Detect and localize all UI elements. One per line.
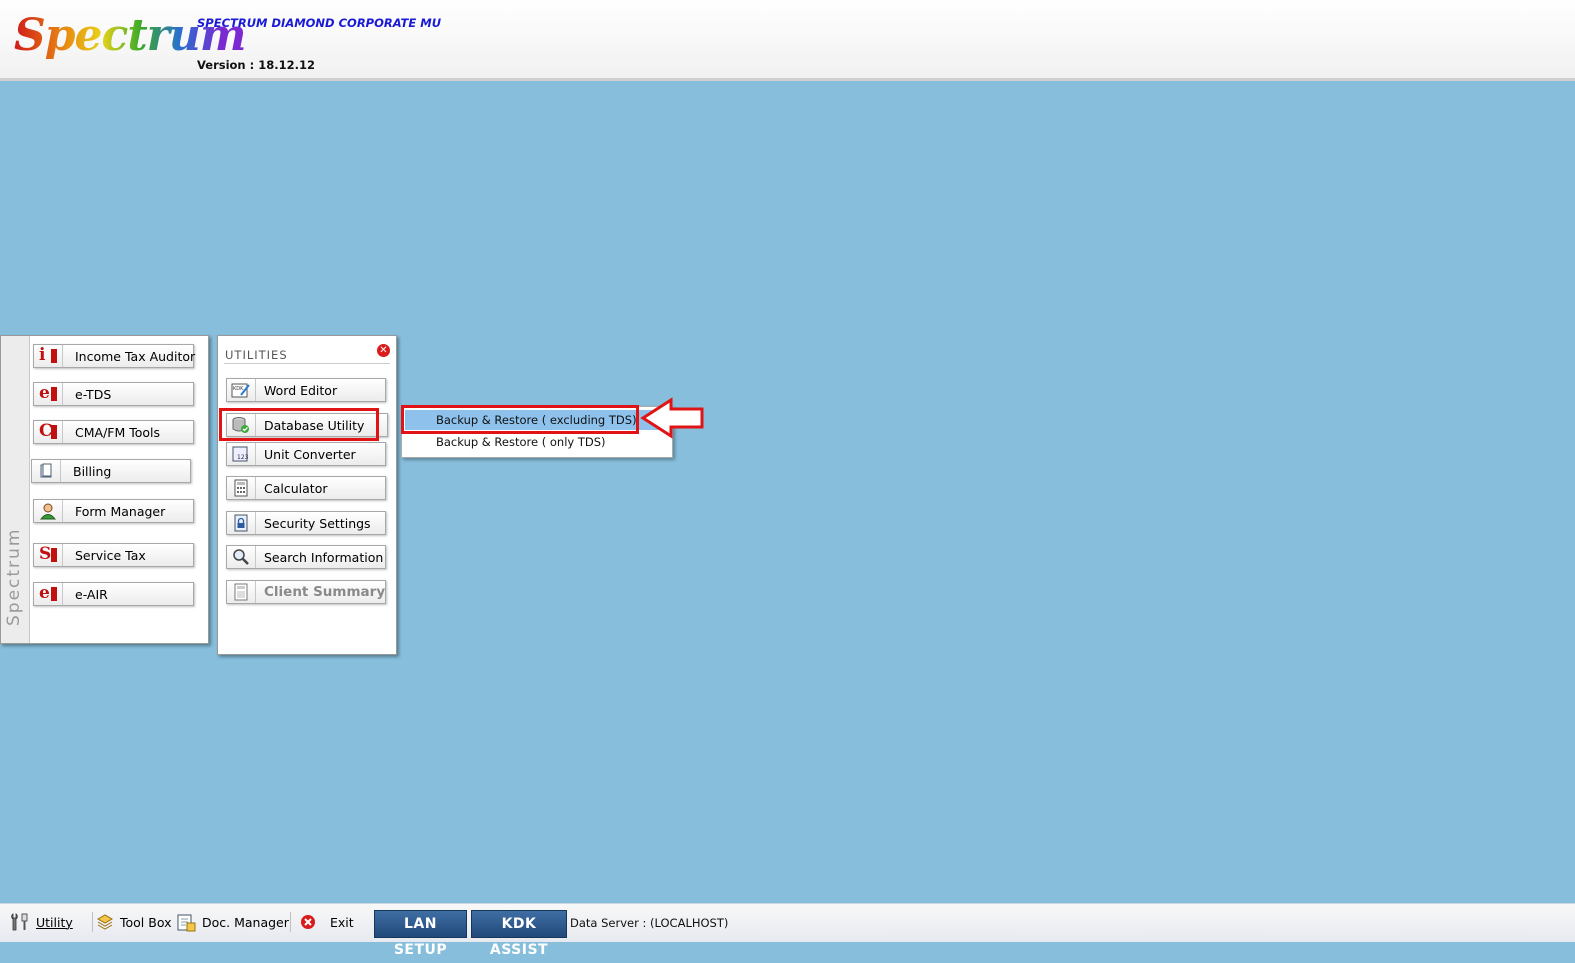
- security-settings-label: Security Settings: [264, 515, 371, 531]
- search-information-button[interactable]: Search Information: [226, 545, 386, 569]
- client-summary-label: Client Summary: [264, 584, 386, 600]
- calculator-label: Calculator: [264, 480, 328, 496]
- doc-manager-icon: [176, 912, 196, 932]
- income-tax-auditor-button[interactable]: i Income Tax Auditor: [33, 344, 196, 368]
- svg-text:KDK: KDK: [233, 386, 244, 392]
- client-summary-icon: [227, 581, 256, 603]
- billing-label: Billing: [73, 463, 112, 479]
- exit-label: Exit: [330, 914, 354, 930]
- doc-manager-button[interactable]: Doc. Manager: [176, 908, 289, 936]
- doc-manager-label: Doc. Manager: [202, 914, 289, 930]
- word-editor-icon: KDK: [227, 379, 256, 401]
- title-divider: [224, 363, 390, 364]
- cma-fm-tools-button[interactable]: C CMA/FM Tools: [33, 420, 194, 444]
- search-information-label: Search Information: [264, 549, 384, 565]
- red-arrow-icon: [640, 397, 704, 439]
- backup-restore-only-tds[interactable]: Backup & Restore ( only TDS): [405, 432, 670, 452]
- data-server-status: Data Server : (LOCALHOST): [570, 916, 729, 930]
- eair-label: e-AIR: [75, 586, 108, 602]
- app-header: Spectrum SPECTRUM DIAMOND CORPORATE MU V…: [0, 0, 1575, 81]
- exit-button[interactable]: Exit: [300, 908, 354, 936]
- utility-label: Utility: [36, 914, 73, 930]
- etds-button[interactable]: e e-TDS: [33, 382, 194, 406]
- utilities-panel: UTILITIES ✕ KDK Word Editor Database Uti…: [217, 335, 397, 655]
- etds-label: e-TDS: [75, 386, 112, 402]
- main-menu-panel: Spectrum i Income Tax Auditor e e-TDS C …: [0, 335, 209, 644]
- service-tax-button[interactable]: S Service Tax: [33, 543, 194, 567]
- tools-icon: [10, 913, 30, 931]
- svg-text:123: 123: [237, 454, 249, 461]
- close-icon[interactable]: ✕: [377, 344, 390, 357]
- etds-icon: e: [34, 383, 63, 405]
- kdk-assist-button[interactable]: KDK ASSIST: [471, 910, 567, 958]
- word-editor-label: Word Editor: [264, 382, 338, 398]
- side-label: Spectrum: [4, 527, 24, 626]
- income-tax-icon: i: [34, 345, 63, 367]
- version-label: Version : 18.12.12: [197, 58, 315, 72]
- security-settings-button[interactable]: Security Settings: [226, 511, 386, 535]
- calculator-button[interactable]: Calculator: [226, 476, 386, 500]
- lock-icon: [227, 512, 256, 534]
- service-tax-label: Service Tax: [75, 547, 146, 563]
- unit-converter-button[interactable]: 123 Unit Converter: [226, 442, 386, 466]
- income-tax-auditor-label: Income Tax Auditor: [75, 348, 196, 364]
- billing-icon: [32, 460, 61, 482]
- lan-setup-button[interactable]: LAN SETUP: [374, 910, 467, 958]
- exit-icon: [300, 914, 316, 930]
- unit-converter-icon: 123: [227, 443, 256, 465]
- billing-button[interactable]: Billing: [31, 459, 191, 483]
- unit-converter-label: Unit Converter: [264, 446, 356, 462]
- form-manager-label: Form Manager: [75, 503, 166, 519]
- eair-icon: e: [34, 583, 63, 605]
- cma-fm-tools-label: CMA/FM Tools: [75, 424, 161, 440]
- utilities-title: UTILITIES: [225, 348, 288, 362]
- client-summary-button[interactable]: Client Summary: [226, 580, 386, 604]
- corporate-title: SPECTRUM DIAMOND CORPORATE MU: [197, 16, 442, 30]
- toolbox-label: Tool Box: [120, 914, 172, 930]
- cma-icon: C: [34, 421, 63, 443]
- form-manager-button[interactable]: Form Manager: [33, 499, 194, 523]
- toolbox-icon: [96, 913, 114, 931]
- taskbar-separator: [92, 912, 93, 932]
- taskbar-separator: [290, 912, 291, 932]
- taskbar: Utility Tool Box Doc. Manager Exit LAN S…: [0, 903, 1575, 958]
- search-icon: [227, 546, 256, 568]
- spectrum-logo: Spectrum: [12, 6, 246, 72]
- toolbox-button[interactable]: Tool Box: [96, 908, 172, 936]
- utility-button[interactable]: Utility: [10, 908, 73, 936]
- eair-button[interactable]: e e-AIR: [33, 582, 194, 606]
- calculator-icon: [227, 477, 256, 499]
- side-strip: Spectrum: [1, 336, 30, 643]
- form-manager-icon: [34, 500, 63, 522]
- word-editor-button[interactable]: KDK Word Editor: [226, 378, 386, 402]
- service-tax-icon: S: [34, 544, 63, 566]
- submenu-highlight-box: [401, 405, 639, 434]
- database-utility-highlight-box: [219, 408, 379, 441]
